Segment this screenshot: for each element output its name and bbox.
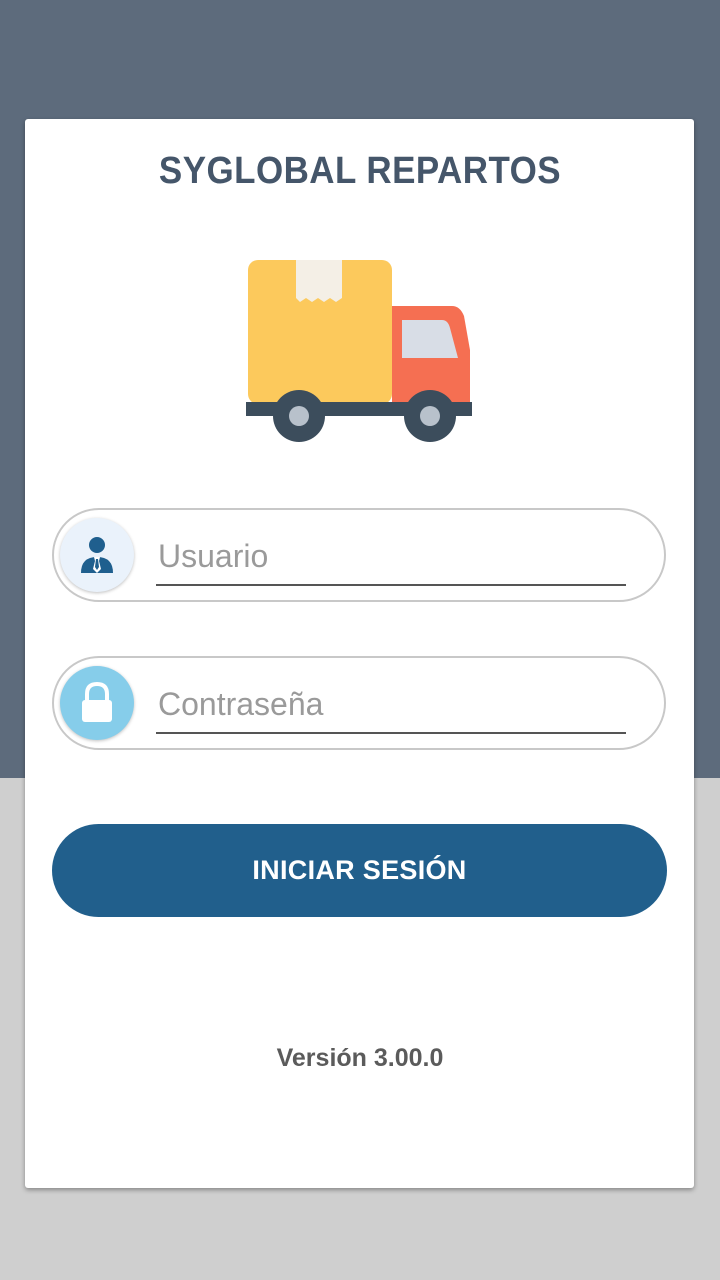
app-title: SYGLOBAL REPARTOS [158, 150, 562, 192]
username-field-container [52, 508, 666, 602]
username-input[interactable] [156, 528, 626, 586]
password-field-container [52, 656, 666, 750]
password-input[interactable] [156, 676, 626, 734]
version-label: Versión 3.00.0 [276, 1044, 444, 1072]
login-button[interactable]: INICIAR SESIÓN [52, 824, 667, 917]
delivery-truck-icon [246, 260, 472, 442]
lock-icon [60, 666, 134, 740]
user-icon [60, 518, 134, 592]
